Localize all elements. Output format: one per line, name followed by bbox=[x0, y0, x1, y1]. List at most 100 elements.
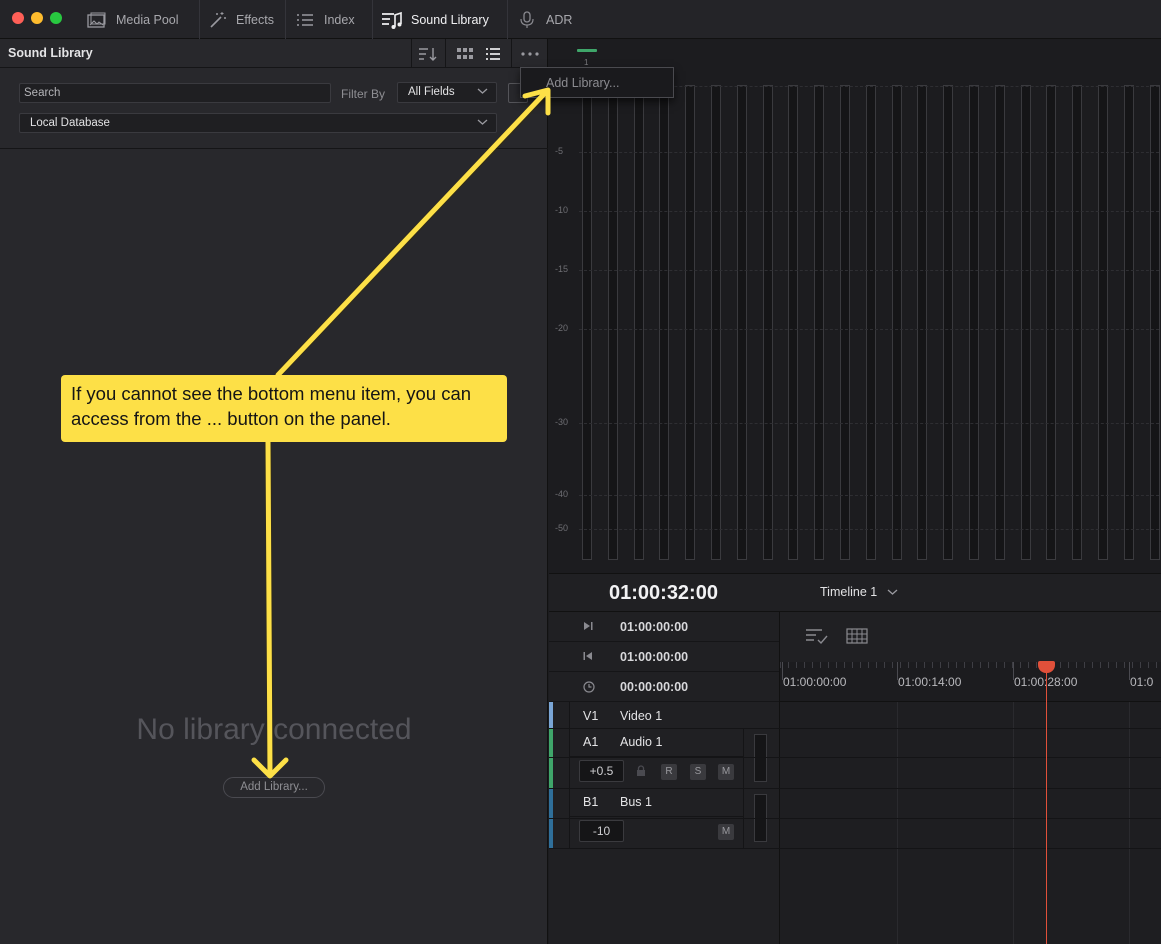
db-scale-label: -50 bbox=[555, 523, 569, 533]
filter-fields-select[interactable]: All Fields bbox=[397, 82, 497, 103]
track-id: A1 bbox=[583, 735, 599, 749]
timeline-panel: 01:00:32:00 Timeline 1 01:00:00:00 01:00… bbox=[549, 573, 1161, 944]
meter-bar bbox=[917, 85, 928, 560]
search-input[interactable]: Search bbox=[19, 83, 331, 103]
info-value: 01:00:00:00 bbox=[620, 620, 689, 634]
grid-view-icon bbox=[457, 47, 473, 59]
meter-bar bbox=[943, 85, 954, 560]
tab-effects[interactable]: Effects bbox=[200, 0, 286, 39]
info-row-end: 01:00:00:00 bbox=[549, 612, 779, 642]
tab-label: Sound Library bbox=[411, 12, 489, 27]
ruler-label: 01:0 bbox=[1130, 675, 1154, 689]
magic-wand-icon bbox=[208, 11, 228, 29]
sort-button[interactable] bbox=[412, 39, 444, 68]
meter-bar bbox=[1020, 85, 1031, 560]
solo-button[interactable]: S bbox=[690, 764, 706, 780]
meter-channel-label: 1 bbox=[584, 58, 589, 67]
timeline-view-options-icon[interactable] bbox=[805, 628, 829, 646]
more-options-button[interactable] bbox=[514, 39, 546, 68]
meter-bar bbox=[607, 85, 618, 560]
tab-label: Index bbox=[324, 12, 355, 27]
sort-icon bbox=[419, 47, 437, 61]
more-icon bbox=[521, 51, 539, 56]
info-value: 00:00:00:00 bbox=[620, 680, 689, 694]
meter-bar bbox=[994, 85, 1005, 560]
track-name: Bus 1 bbox=[620, 795, 652, 809]
clock-icon bbox=[583, 681, 595, 693]
tab-label: ADR bbox=[546, 12, 573, 27]
tab-media-pool[interactable]: Media Pool bbox=[78, 0, 200, 39]
meter-bar bbox=[1149, 85, 1160, 560]
meter-bar bbox=[1046, 85, 1057, 560]
empty-state-message: No library connected bbox=[136, 713, 412, 746]
annotation-callout: If you cannot see the bottom menu item, … bbox=[61, 375, 507, 442]
db-scale-label: -30 bbox=[555, 417, 569, 427]
db-scale-label: -20 bbox=[555, 323, 569, 333]
database-select[interactable]: Local Database bbox=[19, 113, 497, 133]
lock-icon[interactable] bbox=[636, 765, 646, 776]
meter-bar bbox=[891, 85, 902, 560]
list-view-icon bbox=[486, 47, 500, 60]
timeline-tracks-area[interactable] bbox=[780, 702, 1161, 944]
ruler-label: 01:00:00:00 bbox=[783, 675, 847, 689]
timeline-grid-icon[interactable] bbox=[846, 628, 868, 644]
meter-bar bbox=[1072, 85, 1083, 560]
track-volume-input[interactable]: +0.5 bbox=[579, 760, 624, 782]
meter-bar bbox=[1098, 85, 1108, 560]
top-toolbar: Media Pool Effects Index Sound Library A… bbox=[0, 0, 1161, 39]
mute-button[interactable]: M bbox=[718, 824, 734, 840]
track-name: Audio 1 bbox=[620, 735, 663, 749]
go-to-end-icon bbox=[584, 622, 593, 630]
meter-bar bbox=[685, 85, 696, 560]
meter-bar bbox=[762, 85, 773, 560]
track-header-a1[interactable]: A1 Audio 1 +0.5 R S M bbox=[549, 729, 779, 788]
close-window-button[interactable] bbox=[12, 12, 24, 24]
mute-button[interactable]: M bbox=[718, 764, 734, 780]
tab-sound-library[interactable]: Sound Library bbox=[373, 0, 508, 39]
options-menu: Add Library... bbox=[520, 67, 674, 98]
info-value: 01:00:00:00 bbox=[620, 650, 689, 664]
playhead[interactable] bbox=[1046, 662, 1047, 944]
ruler-label: 01:00:14:00 bbox=[898, 675, 962, 689]
meter-bar bbox=[1123, 85, 1134, 560]
record-arm-button[interactable]: R bbox=[661, 764, 677, 780]
audio-meters: 1 -5 -10 -15 -20 -30 -40 -50 bbox=[549, 39, 1161, 573]
tab-index[interactable]: Index bbox=[286, 0, 373, 39]
track-id: V1 bbox=[583, 709, 599, 723]
track-name: Video 1 bbox=[620, 709, 663, 723]
db-scale-label: -5 bbox=[555, 146, 564, 156]
track-header-v1[interactable]: V1 Video 1 bbox=[549, 702, 779, 728]
add-library-button[interactable]: Add Library... bbox=[223, 777, 325, 798]
tab-adr[interactable]: ADR bbox=[508, 0, 588, 39]
timeline-ruler[interactable]: 01:00:00:00 01:00:14:00 01:00:28:00 01:0 bbox=[780, 662, 1161, 702]
info-row-start: 01:00:00:00 bbox=[549, 642, 779, 672]
track-id: B1 bbox=[583, 795, 599, 809]
chevron-down-icon bbox=[887, 589, 898, 595]
info-row-duration: 00:00:00:00 bbox=[549, 672, 779, 702]
track-level-meter bbox=[754, 734, 767, 782]
go-to-start-icon bbox=[583, 652, 592, 660]
chevron-down-icon bbox=[477, 88, 488, 94]
menu-item-add-library[interactable]: Add Library... bbox=[546, 76, 619, 90]
meter-bar bbox=[814, 85, 825, 560]
sound-library-panel: Sound Library Search Filter By All Field… bbox=[0, 39, 548, 944]
timeline-name: Timeline 1 bbox=[820, 585, 878, 599]
minimize-window-button[interactable] bbox=[31, 12, 43, 24]
chevron-down-icon bbox=[477, 119, 488, 125]
meter-bar bbox=[633, 85, 644, 560]
database-value: Local Database bbox=[30, 117, 110, 129]
meter-bar bbox=[582, 85, 592, 560]
meter-peak-indicator bbox=[577, 49, 597, 52]
index-list-icon bbox=[294, 11, 316, 29]
zoom-window-button[interactable] bbox=[50, 12, 62, 24]
timeline-selector[interactable]: Timeline 1 bbox=[820, 585, 898, 599]
bus-volume-input[interactable]: -10 bbox=[579, 820, 624, 842]
db-scale-label: -40 bbox=[555, 489, 569, 499]
tab-label: Effects bbox=[236, 12, 274, 27]
sound-library-icon bbox=[381, 11, 403, 29]
timecode-display: 01:00:32:00 bbox=[609, 582, 718, 604]
list-view-button[interactable] bbox=[477, 39, 509, 68]
tab-label: Media Pool bbox=[116, 12, 179, 27]
db-scale-label: -10 bbox=[555, 205, 569, 215]
meter-bar bbox=[865, 85, 876, 560]
